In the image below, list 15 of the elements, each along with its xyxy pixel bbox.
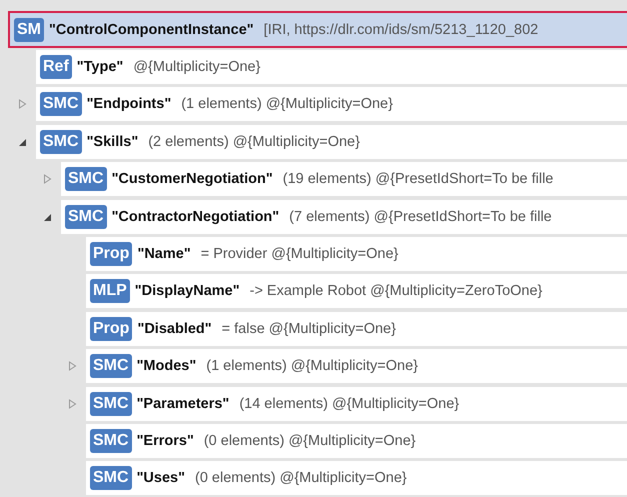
tree-item[interactable]: SMC "CustomerNegotiation" (19 elements) @{PresetIdShort=To be fille <box>61 162 627 196</box>
expander-icon[interactable] <box>43 212 52 222</box>
tree-item[interactable]: SMC "Modes" (1 elements) @{Multiplicity=One} <box>86 349 627 384</box>
tree-item[interactable]: Prop "Name" = Provider @{Multiplicity=One} <box>86 237 627 272</box>
expander-icon[interactable] <box>18 136 27 147</box>
tree-item[interactable]: SMC "Parameters" (14 elements) @{Multiplicity=One} <box>86 386 627 421</box>
tree-item[interactable]: SMC "Endpoints" (1 elements) @{Multiplicity=One} <box>36 87 627 122</box>
tree-item[interactable]: SMC "Skills" (2 elements) @{Multiplicity=One} <box>36 124 627 159</box>
tree-item[interactable]: Ref "Type" @{Multiplicity=One} <box>36 50 627 84</box>
tree-item[interactable]: Prop "Disabled" = false @{Multiplicity=One} <box>86 312 627 346</box>
tree-item[interactable]: SM "ControlComponentInstance" [IRI, https://dlr.com/ids/sm/5213_1120_802 <box>8 11 627 48</box>
tree-item[interactable]: SMC "ContractorNegotiation" (7 elements) @{PresetIdShort=To be fille <box>61 200 627 234</box>
tree-item[interactable]: SMC "Errors" (0 elements) @{Multiplicity=One} <box>86 424 627 458</box>
tree-item[interactable]: SMC "Uses" (0 elements) @{Multiplicity=One} <box>86 461 627 496</box>
tree-item[interactable]: MLP "DisplayName" -> Example Robot @{Multiplicity=ZeroToOne} <box>86 274 627 308</box>
